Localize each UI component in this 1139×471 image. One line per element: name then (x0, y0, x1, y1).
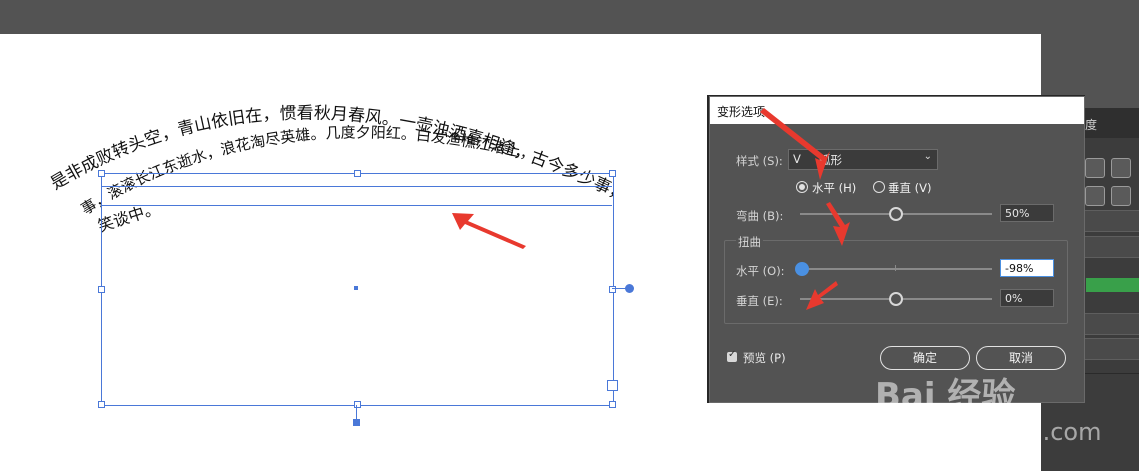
arrow-icon (826, 202, 850, 246)
baidu-watermark-url: jingyan.baidu.com (880, 418, 1102, 446)
arrow-icon (760, 108, 830, 180)
arrow-icon (806, 281, 838, 310)
baidu-watermark: Bai 经验 (875, 376, 1016, 416)
